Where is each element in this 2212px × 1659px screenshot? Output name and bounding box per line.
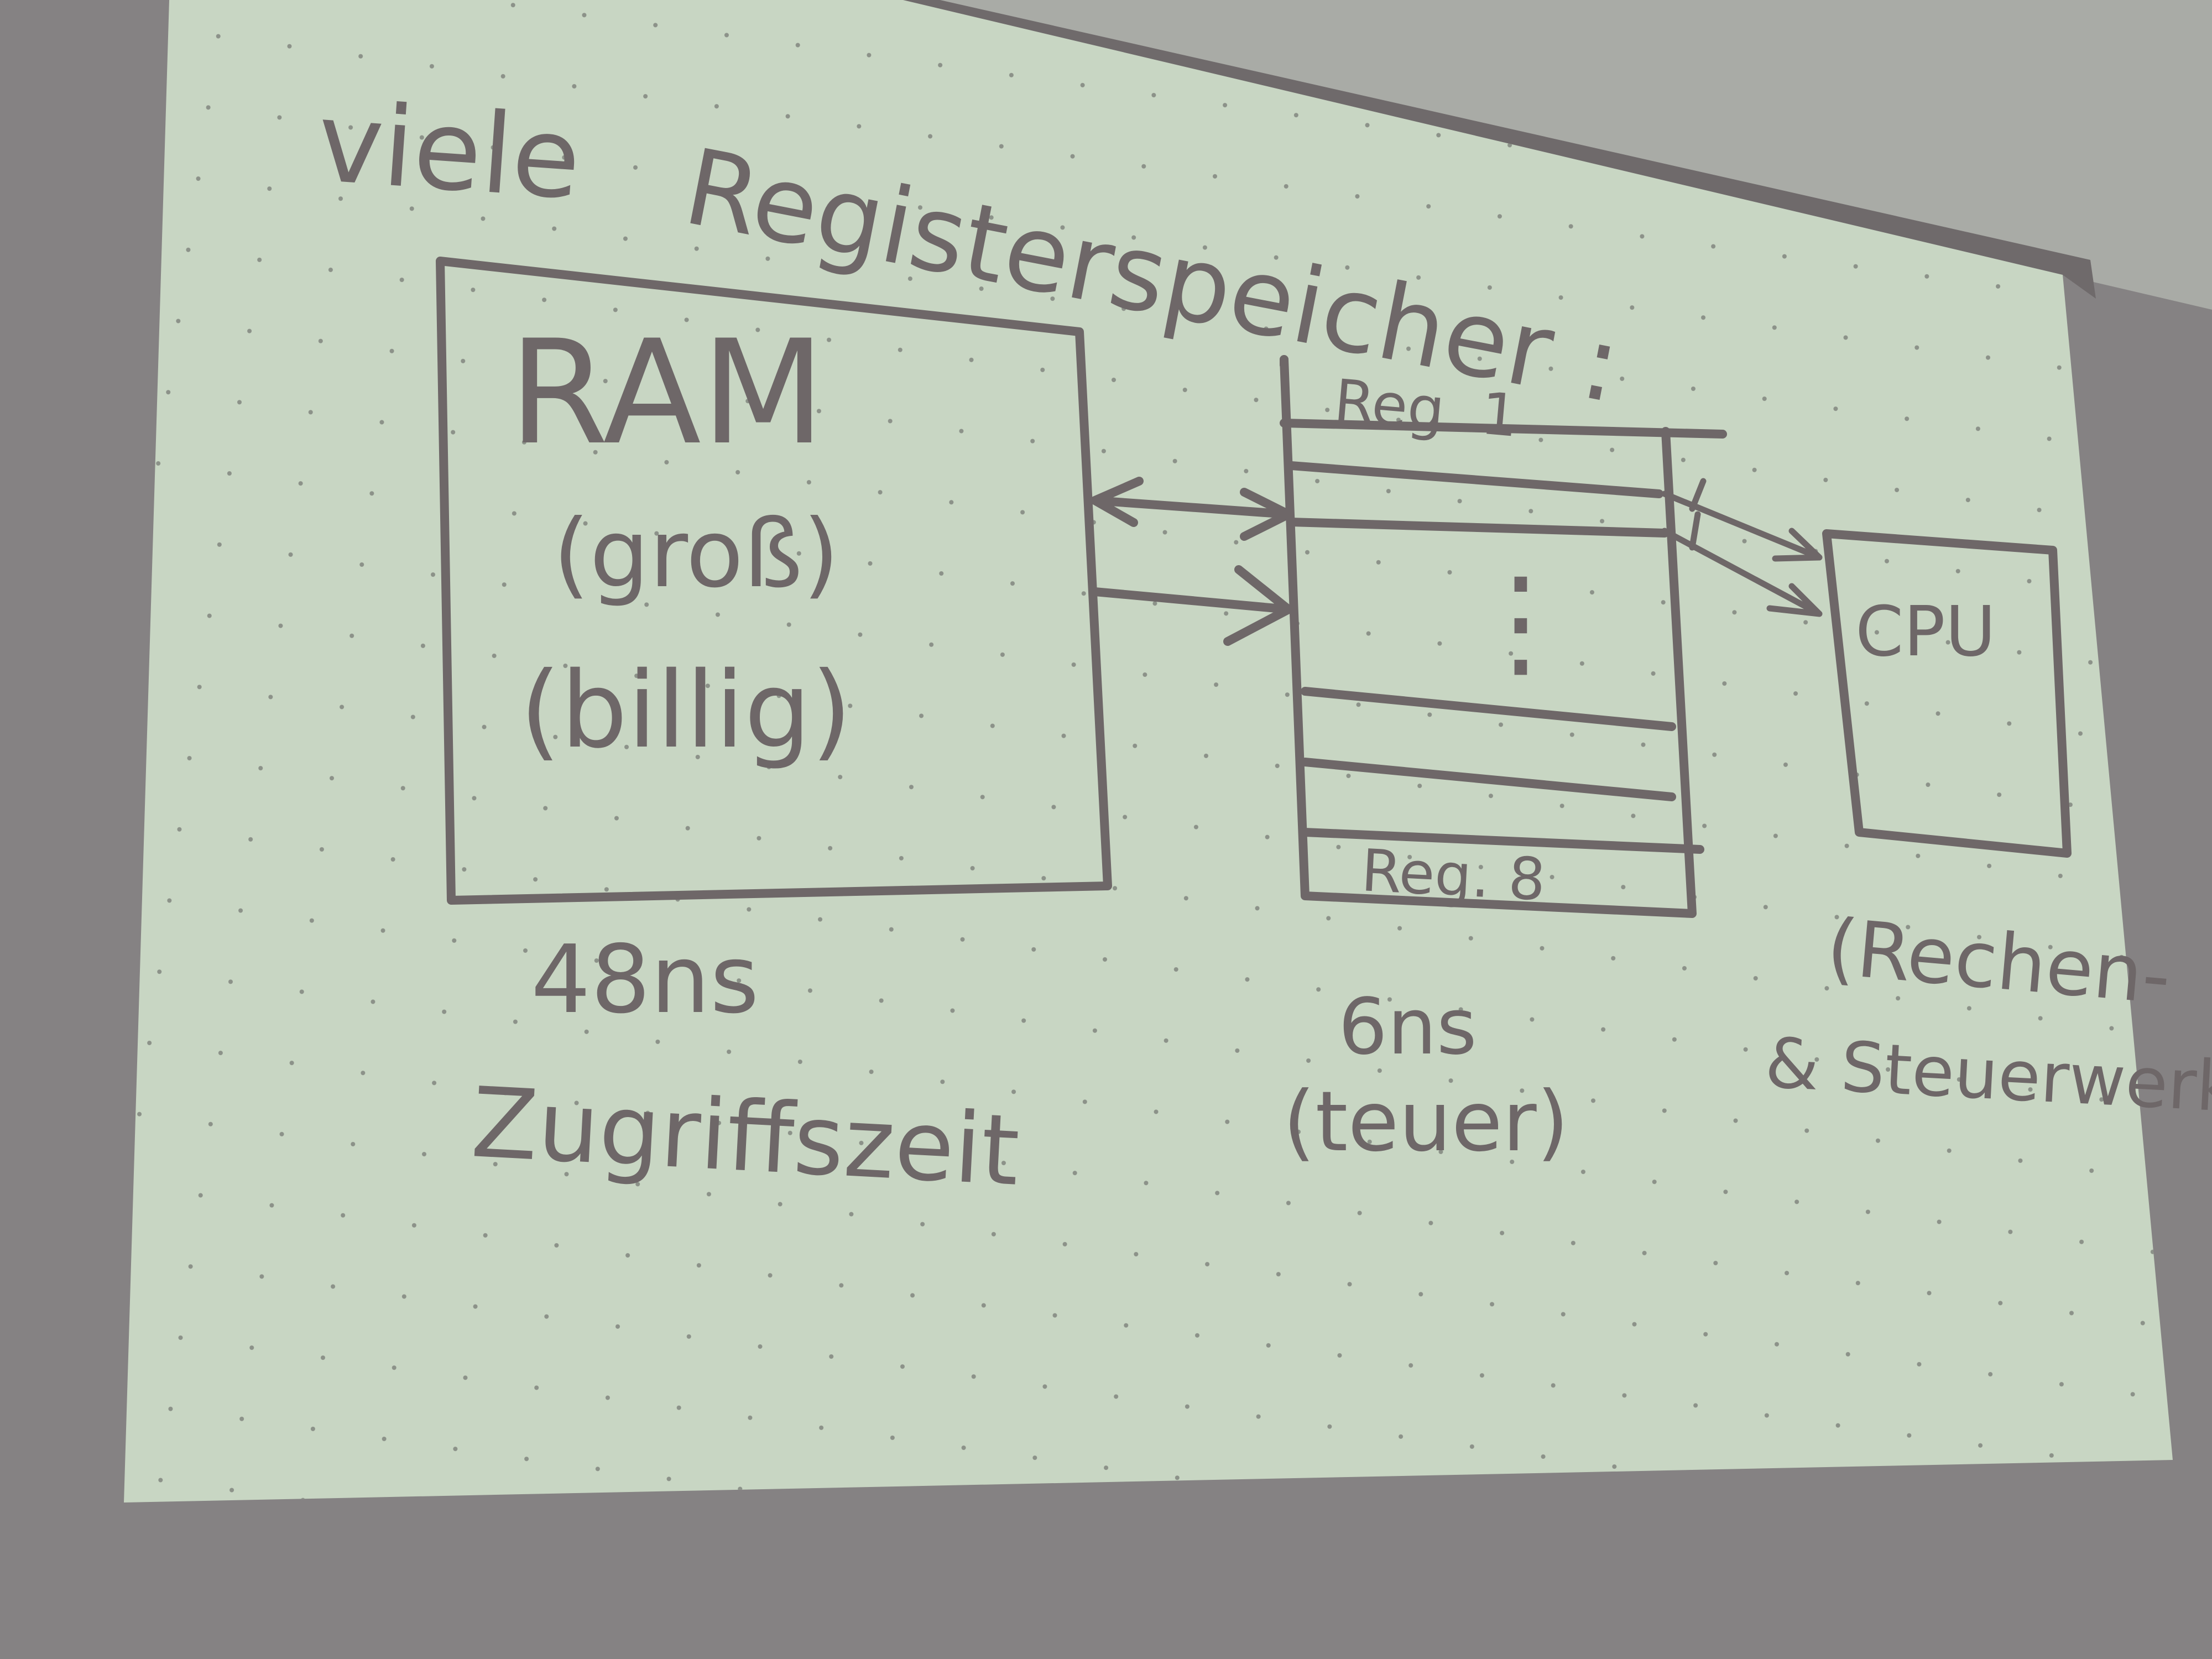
register-8-label: Reg. 8: [1360, 837, 1547, 914]
register-ellipsis: ⋮: [1460, 551, 1582, 692]
ram-access-time: 48ns: [531, 925, 759, 1035]
ram-label: RAM: [509, 310, 825, 477]
register-cost-note: (teuer): [1283, 1074, 1569, 1170]
ram-size-note: (groß): [553, 499, 839, 609]
register-access-time: 6ns: [1338, 982, 1477, 1072]
photo-of-projected-diagram: viele Registerspeicher : RAM (groß) (bil…: [124, 0, 2212, 1503]
ram-cost-note: (billig): [520, 649, 852, 771]
cpu-label: CPU: [1855, 592, 1996, 672]
heading-line1: viele: [314, 77, 585, 225]
